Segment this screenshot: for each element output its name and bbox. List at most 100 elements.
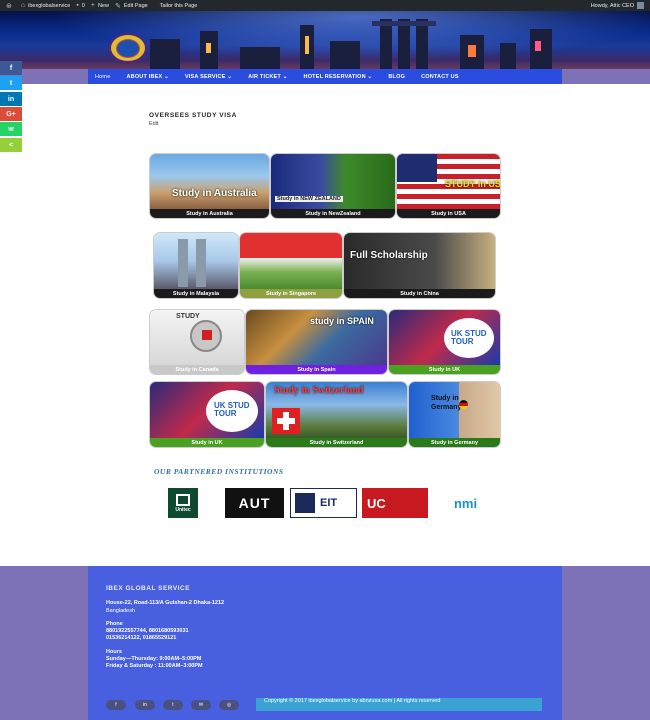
instagram-icon: ◎ <box>226 702 232 708</box>
pencil-icon: ✎ <box>114 2 121 10</box>
tile-banner-text: Full Scholarship <box>350 250 428 261</box>
tile-banner-text: UK STUD TOUR <box>214 401 250 418</box>
tile-study-uk-2[interactable]: UK STUD TOUR Study in UK <box>149 381 265 448</box>
admin-bar: ⊛ ⌂ ibexglobalservice ▪ 0 + New ✎ Edit Page … <box>0 0 650 11</box>
tile-caption: Study in USA <box>397 209 500 218</box>
tailor-page-link[interactable]: Tailor this Page <box>160 3 198 9</box>
wordpress-icon: ⊛ <box>6 2 12 10</box>
tile-caption: Study in Germany <box>409 438 500 447</box>
nav-background: Home ABOUT IBEX ⌄ VISA SERVICE ⌄ AIR TIC… <box>0 69 650 84</box>
tile-caption: Study in Singapore <box>240 289 342 298</box>
tile-banner-text: Study in NEW ZEALAND <box>275 196 343 202</box>
linkedin-icon: in <box>143 702 147 708</box>
footer-address-line1: House-22, Road-113/A Gulshan-2 Dhaka-121… <box>106 600 225 606</box>
chevron-down-icon: ⌄ <box>227 73 233 80</box>
share-google-plus-button[interactable]: G+ <box>0 107 22 121</box>
partner-logo-eit[interactable]: EIT <box>290 488 357 518</box>
nav-hotel-reservation[interactable]: HOTEL RESERVATION ⌄ <box>304 74 373 80</box>
linkedin-icon: in <box>7 95 15 103</box>
tile-study-canada[interactable]: STUDY Study in Canada <box>149 309 245 375</box>
twitter-icon: t <box>9 79 13 87</box>
partner-logo-unitec[interactable]: Unitec <box>168 488 198 518</box>
tile-study-newzealand[interactable]: Study in NEW ZEALAND Study in NewZealand <box>270 153 396 219</box>
nav-about-ibex[interactable]: ABOUT IBEX ⌄ <box>126 74 168 80</box>
footer-panel: IBEX GLOBAL SERVICE House-22, Road-113/A… <box>88 566 562 720</box>
facebook-icon: f <box>115 702 117 708</box>
chevron-down-icon: ⌄ <box>367 73 373 80</box>
new-content-link[interactable]: + New <box>91 2 109 9</box>
edit-page-link[interactable]: ✎ Edit Page <box>115 2 148 10</box>
tile-study-malaysia[interactable]: Study in Malaysia <box>153 232 239 299</box>
footer-twitter-button[interactable]: t <box>163 700 183 710</box>
chevron-down-icon: ⌄ <box>164 73 169 80</box>
tile-caption: Study in China <box>344 289 495 298</box>
chevron-down-icon: ⌄ <box>282 73 288 80</box>
footer-email-button[interactable]: ✉ <box>191 700 211 710</box>
tile-study-usa[interactable]: STUDY in US Study in USA <box>396 153 501 219</box>
footer-hours-line1: Sunday—Thursday: 9:00AM–5:00PM <box>106 656 202 662</box>
partner-logo-nmi[interactable]: nmi <box>433 488 498 518</box>
site-logo[interactable] <box>109 33 147 63</box>
share-more-button[interactable]: < <box>0 138 22 152</box>
share-twitter-button[interactable]: t <box>0 76 22 90</box>
mail-icon: ✉ <box>198 702 204 708</box>
tile-banner-text: Study in Australia <box>172 188 257 199</box>
footer-phone-line1: 8801922557744, 8801680593031 <box>106 628 189 634</box>
site-name-link[interactable]: ⌂ ibexglobalservice <box>21 2 70 9</box>
nav-contact-us[interactable]: CONTACT US <box>421 74 459 80</box>
share-facebook-button[interactable]: f <box>0 61 22 75</box>
page-title: OVERSEES STUDY VISA <box>149 112 237 119</box>
share-icon: < <box>8 141 14 149</box>
account-menu[interactable]: Howdy, Attic CEO <box>591 0 644 11</box>
tile-caption: Study in UK <box>150 438 264 447</box>
tile-banner-text: Study in Switzerland <box>274 385 364 396</box>
tile-study-spain[interactable]: study in SPAIN Study in Spain <box>245 309 388 375</box>
tile-banner-text: STUDY <box>176 313 200 320</box>
comments-link[interactable]: ▪ 0 <box>76 2 85 9</box>
footer-instagram-button[interactable]: ◎ <box>219 700 239 710</box>
twitter-icon: t <box>172 702 174 708</box>
footer-brand: IBEX GLOBAL SERVICE <box>106 585 191 592</box>
tile-study-uk-1[interactable]: UK STUD TOUR Study in UK <box>388 309 501 375</box>
whatsapp-icon: w <box>8 125 14 133</box>
nav-visa-service[interactable]: VISA SERVICE ⌄ <box>185 74 232 80</box>
partner-logo-uc[interactable]: UC <box>362 488 428 518</box>
google-plus-icon: G+ <box>6 110 16 118</box>
comment-icon: ▪ <box>76 2 79 9</box>
nav-home[interactable]: Home <box>95 74 110 80</box>
tile-study-switzerland[interactable]: Study in Switzerland Study in Switzerlan… <box>265 381 408 448</box>
tile-study-germany[interactable]: Study in Germany Study in Germany <box>408 381 501 448</box>
tile-caption: Study in NewZealand <box>271 209 395 218</box>
tile-caption: Study in Malaysia <box>154 289 238 298</box>
tile-caption: Study in Australia <box>150 209 269 218</box>
tile-banner-text: study in SPAIN <box>310 316 374 326</box>
wordpress-menu[interactable]: ⊛ <box>6 2 15 10</box>
tile-banner-text: UK STUD TOUR <box>451 329 487 346</box>
tile-study-australia[interactable]: Study in Australia Study in Australia <box>149 153 270 219</box>
nav-blog[interactable]: BLOG <box>388 74 405 80</box>
edit-link[interactable]: Edit <box>149 121 158 127</box>
main-nav: Home ABOUT IBEX ⌄ VISA SERVICE ⌄ AIR TIC… <box>88 69 562 84</box>
home-icon: ⌂ <box>20 2 26 9</box>
tile-caption: Study in Spain <box>246 365 387 374</box>
facebook-icon: f <box>9 64 13 72</box>
share-whatsapp-button[interactable]: w <box>0 122 22 136</box>
tile-caption: Study in UK <box>389 365 500 374</box>
plus-icon: + <box>90 2 95 9</box>
footer-facebook-button[interactable]: f <box>106 700 126 710</box>
avatar <box>637 2 644 9</box>
share-linkedin-button[interactable]: in <box>0 92 22 106</box>
footer-linkedin-button[interactable]: in <box>135 700 155 710</box>
tile-study-singapore[interactable]: Study in Singapore <box>239 232 343 299</box>
site-footer: IBEX GLOBAL SERVICE House-22, Road-113/A… <box>0 566 650 720</box>
copyright-text: Copyright © 2017 ibexglobalservice by ab… <box>264 698 441 704</box>
footer-phone-label: Phone <box>106 621 123 627</box>
tile-caption: Study in Switzerland <box>266 438 407 447</box>
partner-logo-aut[interactable]: AUT <box>225 488 284 518</box>
footer-hours-label: Hours <box>106 649 122 655</box>
footer-address-line2: Bangladesh <box>106 608 136 614</box>
footer-hours-line2: Friday & Saturday : 11:00AM–3:00PM <box>106 663 203 669</box>
tile-study-china[interactable]: Full Scholarship Study in China <box>343 232 496 299</box>
nav-air-ticket[interactable]: AIR TICKET ⌄ <box>248 74 287 80</box>
partners-heading: OUR PARTNERED INSTITUTIONS <box>154 467 284 476</box>
